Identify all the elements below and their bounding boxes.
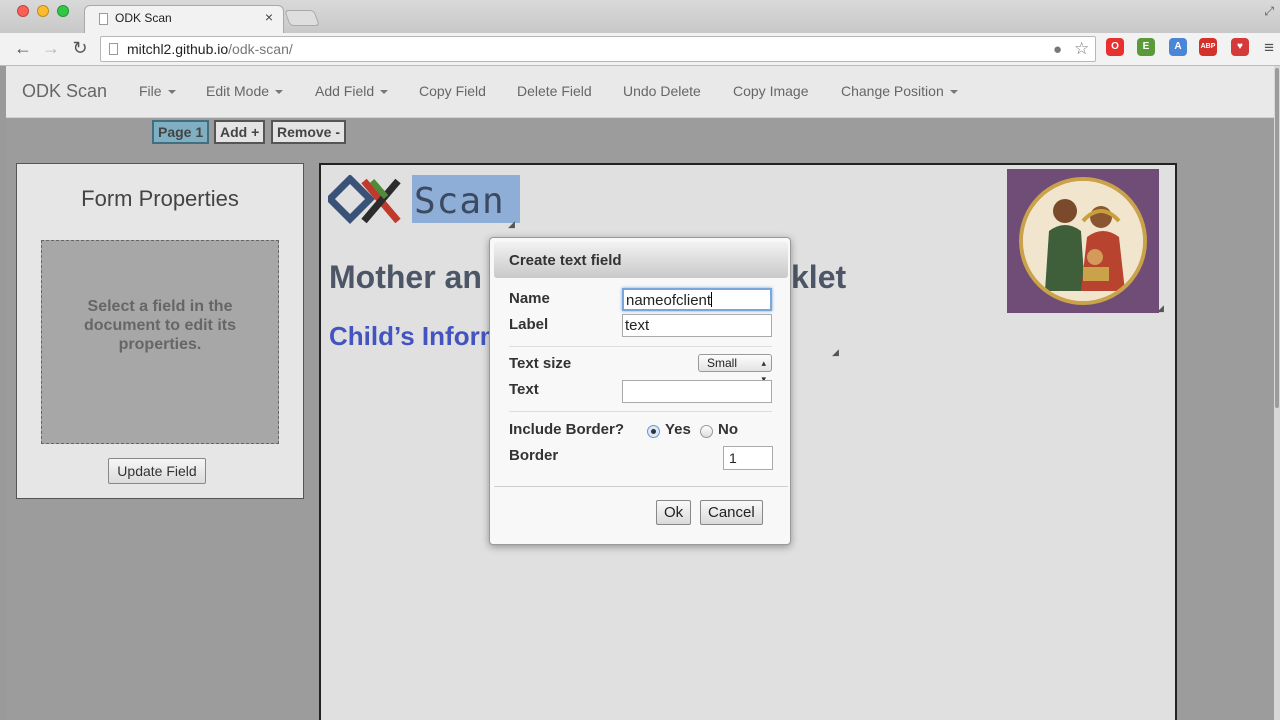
odk-logo-icon <box>325 174 401 224</box>
url-text[interactable]: mitchl2.github.io/odk-scan/ <box>127 41 293 57</box>
window-minimize-button[interactable] <box>37 5 49 17</box>
border-no-radio[interactable] <box>700 425 713 438</box>
app-brand[interactable]: ODK Scan <box>22 81 107 102</box>
resize-handle-icon[interactable]: ◢ <box>508 219 515 230</box>
menu-change-position[interactable]: Change Position <box>841 83 958 99</box>
document-subheading: Child’s Inform <box>329 321 503 351</box>
border-width-input[interactable]: 1 <box>723 446 773 470</box>
app-navbar: ODK Scan File Edit Mode Add Field Copy F… <box>6 66 1274 118</box>
menu-copy-field[interactable]: Copy Field <box>419 83 486 99</box>
text-input[interactable] <box>622 380 772 403</box>
url-path: /odk-scan/ <box>228 41 293 57</box>
ok-button[interactable]: Ok <box>656 500 692 525</box>
browser-tab-strip: ODK Scan × ⤢ <box>0 0 1280 33</box>
dialog-header[interactable]: Create text field <box>494 242 788 278</box>
create-text-field-dialog: Create text field Name nameofclient Labe… <box>489 237 791 545</box>
address-bar[interactable]: mitchl2.github.io/odk-scan/ ● ☆ <box>100 36 1096 62</box>
divider <box>509 346 772 347</box>
dialog-title: Create text field <box>509 252 622 269</box>
label-input-value: text <box>625 317 650 334</box>
name-input-value: nameofclient <box>626 292 712 309</box>
text-size-value: Small <box>707 356 738 370</box>
label-label: Label <box>509 316 549 333</box>
bookmark-star-icon[interactable]: ☆ <box>1074 39 1089 59</box>
menu-file[interactable]: File <box>139 83 176 99</box>
browser-tab[interactable]: ODK Scan × <box>84 5 284 33</box>
scrollbar-thumb[interactable] <box>1275 68 1279 408</box>
divider <box>509 411 772 412</box>
menu-edit-mode[interactable]: Edit Mode <box>206 83 283 99</box>
properties-hint: Select a field in the document to edit i… <box>84 298 236 353</box>
translate-icon[interactable]: A <box>1169 38 1187 56</box>
family-illustration-icon <box>1023 181 1143 301</box>
adblock-icon[interactable]: ABP <box>1199 38 1217 56</box>
menu-add-field[interactable]: Add Field <box>315 83 388 99</box>
illustration-circle <box>1019 177 1147 305</box>
border-yes-radio[interactable] <box>647 425 660 438</box>
name-input[interactable]: nameofclient <box>622 288 772 311</box>
border-label: Border <box>509 447 559 464</box>
include-border-label: Include Border? <box>509 421 625 438</box>
menu-undo-delete[interactable]: Undo Delete <box>623 83 701 99</box>
page-icon <box>109 43 118 55</box>
opera-icon[interactable]: O <box>1106 38 1124 56</box>
name-label: Name <box>509 290 550 307</box>
browser-toolbar: ← → ↻ mitchl2.github.io/odk-scan/ ● ☆ <box>0 33 1280 66</box>
dialog-footer-divider <box>494 486 788 487</box>
odk-scan-logo[interactable]: Scan <box>325 174 520 227</box>
document-heading-right: klet <box>791 259 847 295</box>
forward-arrow-icon[interactable]: → <box>40 38 62 59</box>
text-cursor <box>711 292 713 307</box>
add-page-button[interactable]: Add + <box>214 120 266 144</box>
text-label: Text <box>509 381 539 398</box>
properties-placeholder: Select a field in the document to edit i… <box>41 240 279 444</box>
evernote-icon[interactable]: E <box>1137 38 1155 56</box>
window-maximize-button[interactable] <box>57 5 69 17</box>
resize-handle-icon[interactable]: ◢ <box>832 347 839 358</box>
back-arrow-icon[interactable]: ← <box>12 38 34 59</box>
menu-delete-field[interactable]: Delete Field <box>517 83 592 99</box>
tab-title: ODK Scan <box>115 11 172 25</box>
resize-handle-icon[interactable]: ◢ <box>1157 303 1164 314</box>
form-properties-panel: Form Properties Select a field in the do… <box>16 163 304 499</box>
form-properties-title: Form Properties <box>81 186 239 211</box>
text-size-label: Text size <box>509 355 572 372</box>
mother-child-illustration[interactable] <box>1007 169 1159 313</box>
cancel-button[interactable]: Cancel <box>700 500 763 525</box>
url-host: mitchl2.github.io <box>127 41 229 57</box>
border-width-value: 1 <box>729 450 737 466</box>
document-heading-left: Mother an <box>329 259 482 295</box>
tab-close-icon[interactable]: × <box>265 9 273 25</box>
heart-icon[interactable]: ♥ <box>1231 38 1249 56</box>
border-no-label[interactable]: No <box>718 421 738 438</box>
chrome-menu-icon[interactable]: ≡ <box>1264 38 1274 58</box>
page-favicon-icon <box>99 13 108 25</box>
new-tab-button[interactable] <box>284 10 320 26</box>
window-close-button[interactable] <box>17 5 29 17</box>
fullscreen-icon[interactable]: ⤢ <box>1264 4 1274 19</box>
border-yes-label[interactable]: Yes <box>665 421 691 438</box>
lightbulb-icon[interactable]: ● <box>1053 41 1062 58</box>
remove-page-button[interactable]: Remove - <box>271 120 347 144</box>
reload-icon[interactable]: ↻ <box>69 38 91 59</box>
text-size-select[interactable]: Small ▴ ▾ <box>698 354 772 384</box>
menu-copy-image[interactable]: Copy Image <box>733 83 808 99</box>
update-field-button[interactable]: Update Field <box>108 458 206 484</box>
page-1-button[interactable]: Page 1 <box>152 120 210 144</box>
label-input[interactable]: text <box>622 314 772 337</box>
logo-scan-text: Scan <box>414 181 505 222</box>
